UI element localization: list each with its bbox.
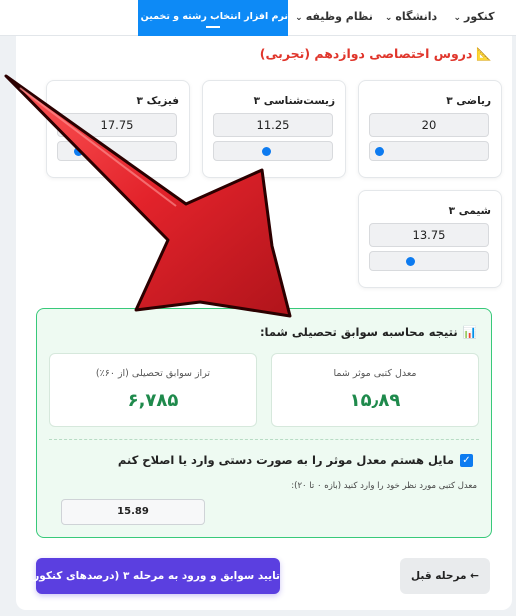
stat-value: ۱۵٫۸۹ bbox=[349, 390, 401, 411]
checkbox-label: مایل هستم معدل موثر را به صورت دستی وارد… bbox=[117, 453, 454, 467]
triangle-ruler-icon: 📐 bbox=[476, 46, 492, 61]
nav-item-label: نظام وظیفه bbox=[305, 10, 373, 23]
result-panel: 📊نتیجه محاسبه سوابق تحصیلی شما: معدل کتب… bbox=[36, 308, 492, 538]
manual-entry-toggle[interactable]: ✓ مایل هستم معدل موثر را به صورت دستی وار… bbox=[118, 453, 473, 469]
subject-score-input[interactable]: 13.75 bbox=[369, 223, 489, 247]
divider bbox=[49, 439, 479, 440]
top-nav: کنکور⌄ دانشگاه⌄ نظام وظیفه⌄ نرم افزار ان… bbox=[0, 0, 516, 36]
nav-item-label: نرم افزار انتخاب رشته و تخمین رتبه bbox=[118, 11, 288, 22]
section-title-text: دروس اختصاصی دوازدهم (تجربی) bbox=[259, 46, 473, 61]
subject-score-slider[interactable] bbox=[369, 251, 489, 271]
nav-item-university[interactable]: دانشگاه⌄ bbox=[380, 0, 442, 36]
subject-score-input[interactable]: 20 bbox=[369, 113, 489, 137]
section-title: 📐دروس اختصاصی دوازدهم (تجربی) bbox=[260, 46, 492, 62]
nav-item-label: دانشگاه bbox=[395, 10, 438, 23]
subject-name: ریاضی ۳ bbox=[446, 95, 491, 107]
manual-gpa-input[interactable]: 15.89 bbox=[61, 499, 205, 525]
slider-knob[interactable] bbox=[405, 257, 415, 266]
records-score-card: تراز سوابق تحصیلی (از ۶۰٪) ۶,۷۸۵ bbox=[49, 353, 257, 427]
slider-knob[interactable] bbox=[375, 147, 384, 156]
subject-score-slider[interactable] bbox=[369, 141, 489, 161]
confirm-next-step-button[interactable]: تایید سوابق و ورود به مرحله ۳ (درصدهای ک… bbox=[16, 558, 280, 594]
stat-value: ۶,۷۸۵ bbox=[127, 390, 179, 411]
subject-card-math: ریاضی ۳ 20 bbox=[358, 80, 502, 178]
nav-item-konkur[interactable]: کنکور⌄ bbox=[448, 0, 500, 36]
effective-gpa-card: معدل کتبی موثر شما ۱۵٫۸۹ bbox=[271, 353, 479, 427]
manual-input-label: معدل کتبی مورد نظر خود را وارد کنید (باز… bbox=[291, 481, 477, 491]
subject-name: شیمی ۳ bbox=[448, 205, 491, 217]
active-indicator bbox=[206, 26, 220, 28]
subject-card-chemistry: شیمی ۳ 13.75 bbox=[358, 190, 502, 288]
stat-label: تراز سوابق تحصیلی (از ۶۰٪) bbox=[95, 368, 211, 379]
stat-label: معدل کتبی موثر شما bbox=[333, 368, 417, 379]
chevron-down-icon: ⌄ bbox=[453, 13, 462, 23]
nav-item-selection-software[interactable]: نرم افزار انتخاب رشته و تخمین رتبه⌄ bbox=[108, 0, 288, 36]
nav-item-label: کنکور bbox=[464, 10, 495, 23]
chevron-down-icon: ⌄ bbox=[295, 13, 303, 23]
previous-step-button[interactable]: ← مرحله قبل bbox=[400, 558, 490, 594]
nav-item-military-service[interactable]: نظام وظیفه⌄ bbox=[294, 0, 374, 36]
checkbox[interactable]: ✓ bbox=[460, 454, 473, 467]
bar-chart-icon: 📊 bbox=[462, 325, 477, 339]
chevron-down-icon: ⌄ bbox=[108, 12, 116, 22]
red-arrow-annotation bbox=[4, 74, 292, 318]
chevron-down-icon: ⌄ bbox=[384, 13, 393, 23]
